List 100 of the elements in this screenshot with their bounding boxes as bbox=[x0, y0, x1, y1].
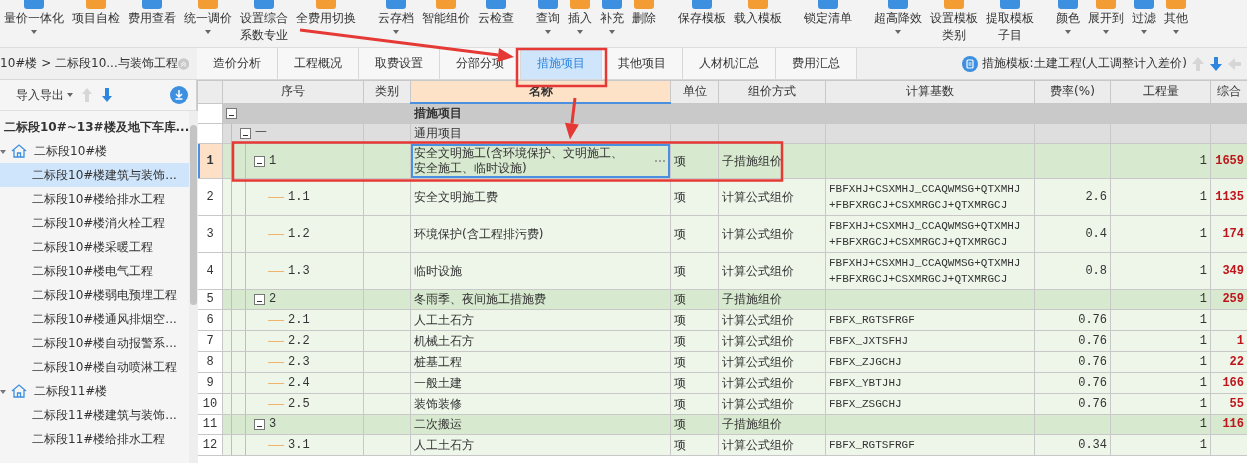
toolbar-button[interactable]: 提取模板 子目 bbox=[982, 0, 1038, 44]
unit-cell: 项 bbox=[670, 252, 719, 290]
tab[interactable]: 其他项目 bbox=[602, 48, 683, 79]
toolbar-button[interactable]: 智能组价 bbox=[418, 0, 474, 37]
tree-item[interactable]: 二标段10#楼建筑与装饰... bbox=[0, 163, 190, 187]
toolbar-button[interactable]: 超高降效 bbox=[870, 0, 926, 44]
toolbar-button[interactable]: 载入模板 bbox=[730, 0, 786, 27]
collapse-icon[interactable] bbox=[254, 294, 265, 305]
down-arrow-icon[interactable] bbox=[101, 87, 113, 103]
tree-item[interactable]: 二标段10#楼弱电预埋工程 bbox=[0, 283, 190, 307]
breadcrumb: 10#楼 > 二标段10...与装饰工程 bbox=[0, 55, 178, 72]
table-row[interactable]: 12 3.1 人工土石方 项 计算公式组价 FBFX_RGTSFRGF 0.34 1 bbox=[197, 434, 1247, 456]
rate-cell: 2.6 bbox=[1034, 178, 1111, 216]
toolbar-button[interactable]: 量价一体化 bbox=[0, 0, 68, 44]
toolbar-button[interactable]: 补充 bbox=[596, 0, 628, 37]
quantity-cell: 1 bbox=[1110, 351, 1211, 373]
table-row[interactable]: 4 1.3 临时设施 项 计算公式组价 FBFXHJ+CSXMHJ_CCAQWMSG+QTXMHJ+FBFXRGCJ+CSXMRGCJ+QTXMRGCJ 0.8 1 349 bbox=[197, 252, 1247, 290]
column-header[interactable]: 单位 bbox=[670, 80, 719, 103]
unit-cell: 项 bbox=[670, 215, 719, 253]
collapse-icon[interactable] bbox=[240, 128, 251, 139]
toolbar-button[interactable]: 过滤 bbox=[1128, 0, 1160, 37]
formula-text: FBFX_ZSGCHJ bbox=[829, 397, 903, 412]
tree-item[interactable]: 二标段10#楼自动报警系... bbox=[0, 331, 190, 355]
toolbar-button[interactable]: 费用查看 bbox=[124, 0, 180, 44]
toolbar-button[interactable]: 统一调价 bbox=[180, 0, 236, 44]
column-header[interactable]: 序号 bbox=[222, 80, 364, 103]
tree-item[interactable]: 二标段10#楼电气工程 bbox=[0, 259, 190, 283]
tree-item[interactable]: 二标段11#楼建筑与装饰... bbox=[0, 403, 190, 427]
toolbar-button[interactable]: 设置综合 系数专业 bbox=[236, 0, 292, 44]
method-cell: 计算公式组价 bbox=[718, 330, 826, 352]
method-cell: 计算公式组价 bbox=[718, 372, 826, 394]
quantity-cell: 1 bbox=[1110, 414, 1211, 435]
table-row[interactable]: 7 2.2 机械土石方 项 计算公式组价 FBFX_JXTSFHJ 0.76 1 1 bbox=[197, 330, 1247, 352]
toolbar-button[interactable]: 插入 bbox=[564, 0, 596, 37]
toolbar-button[interactable]: 云存档 bbox=[374, 0, 418, 37]
tree-item[interactable]: 二标段10#楼消火栓工程 bbox=[0, 211, 190, 235]
toolbar-button[interactable]: 锁定清单 bbox=[800, 0, 856, 27]
toolbar-button[interactable]: 云检查 bbox=[474, 0, 518, 37]
toolbar-button[interactable]: 查询 bbox=[532, 0, 564, 37]
tab[interactable]: 工程概况 bbox=[278, 48, 359, 79]
column-header[interactable]: 组价方式 bbox=[718, 80, 826, 103]
name-cell: 机械土石方 bbox=[410, 330, 671, 352]
formula-text: FBFX_JXTSFHJ bbox=[829, 334, 910, 349]
toolbar-button[interactable]: 设置模板 类别 bbox=[926, 0, 982, 44]
method-cell: 计算公式组价 bbox=[718, 351, 826, 373]
more-icon[interactable] bbox=[654, 159, 666, 163]
tab[interactable]: 费用汇总 bbox=[776, 48, 857, 79]
quantity-cell: 1 bbox=[1110, 143, 1211, 179]
tree-item[interactable]: 二标段11#楼 bbox=[0, 379, 190, 403]
unit-cell: 项 bbox=[670, 309, 719, 331]
unit-cell: 项 bbox=[670, 351, 719, 373]
import-export-menu[interactable]: 导入导出 bbox=[16, 86, 73, 104]
table-row[interactable]: 2 1.1 安全文明施工费 项 计算公式组价 FBFXHJ+CSXMHJ_CCAQWMSG+QTXMHJ+FBFXRGCJ+CSXMRGCJ+QTXMRGCJ 2.6 1 1135 bbox=[197, 178, 1247, 216]
table-row[interactable]: 11 3 二次搬运 项 子措施组价 1 116 bbox=[197, 414, 1247, 435]
scrollbar[interactable] bbox=[189, 111, 199, 463]
column-header[interactable]: 类别 bbox=[363, 80, 411, 103]
tree-item[interactable]: 二标段10#楼采暖工程 bbox=[0, 235, 190, 259]
collapse-icon[interactable] bbox=[254, 155, 265, 167]
tab[interactable]: 造价分析 bbox=[197, 48, 278, 79]
column-header[interactable]: 计算基数 bbox=[825, 80, 1035, 103]
tree-item[interactable]: 二标段10#楼给排水工程 bbox=[0, 187, 190, 211]
tree-item[interactable]: 二标段10#楼自动喷淋工程 bbox=[0, 355, 190, 379]
tree-item[interactable]: 二标段11#楼给排水工程 bbox=[0, 427, 190, 451]
annotation-arrow bbox=[564, 97, 579, 140]
column-header[interactable]: 费率(%) bbox=[1034, 80, 1111, 103]
toolbar-button[interactable]: 保存模板 bbox=[674, 0, 730, 27]
quantity-cell: 1 bbox=[1110, 289, 1211, 310]
table-row[interactable]: 8 2.3 桩基工程 项 计算公式组价 FBFX_ZJGCHJ 0.76 1 22 bbox=[197, 351, 1247, 373]
collapse-icon[interactable] bbox=[254, 419, 265, 430]
quantity-cell: 1 bbox=[1110, 252, 1211, 290]
quantity-cell: 1 bbox=[1110, 330, 1211, 352]
tab[interactable]: 取费设置 bbox=[359, 48, 440, 79]
toolbar-button[interactable]: 项目自检 bbox=[68, 0, 124, 44]
method-cell: 计算公式组价 bbox=[718, 309, 826, 331]
table-row[interactable]: 5 2 冬雨季、夜间施工措施费 项 子措施组价 1 259 bbox=[197, 289, 1247, 310]
toolbar-button[interactable]: 其他 bbox=[1160, 0, 1192, 37]
table-row[interactable]: 措施项目 bbox=[197, 103, 1247, 124]
column-header[interactable]: 工程量 bbox=[1110, 80, 1211, 103]
item-number: 2.5 bbox=[288, 396, 310, 412]
toolbar-button[interactable]: 展开到 bbox=[1084, 0, 1128, 37]
quantity-cell: 1 bbox=[1110, 434, 1211, 456]
column-header[interactable]: 综合 bbox=[1210, 80, 1247, 103]
table-row[interactable]: 9 2.4 一般土建 项 计算公式组价 FBFX_YBTJHJ 0.76 1 166 bbox=[197, 372, 1247, 394]
item-number: 一 bbox=[255, 126, 267, 141]
table-row[interactable]: 6 2.1 人工土石方 项 计算公式组价 FBFX_RGTSFRGF 0.76 1 bbox=[197, 309, 1247, 331]
tree-item[interactable]: 二标段10#~13#楼及地下车库... bbox=[0, 115, 190, 139]
table-row[interactable]: 1 1 安全文明施工(含环境保护、文明施工、安全施工、临时设施) 项 子措施组价 1 1659 bbox=[197, 143, 1247, 179]
toolbar-button[interactable]: 全费用切换 bbox=[292, 0, 360, 44]
tree-item[interactable]: 二标段10#楼通风排烟空... bbox=[0, 307, 190, 331]
table-row[interactable]: 10 2.5 装饰装修 项 计算公式组价 FBFX_ZSGCHJ 0.76 1 55 bbox=[197, 393, 1247, 415]
tab[interactable]: 人材机汇总 bbox=[683, 48, 776, 79]
name-cell: 装饰装修 bbox=[410, 393, 671, 415]
collapse-icon[interactable] bbox=[226, 107, 237, 119]
table-row[interactable]: 3 1.2 环境保护(含工程排污费) 项 计算公式组价 FBFXHJ+CSXMHJ_CCAQWMSG+QTXMHJ+FBFXRGCJ+CSXMRGCJ+QTXMRGCJ 0.4 1 174 bbox=[197, 215, 1247, 253]
toolbar-button[interactable]: 颜色 bbox=[1052, 0, 1084, 37]
toolbar-button[interactable]: 删除 bbox=[628, 0, 660, 37]
tree-item[interactable]: 二标段10#楼 bbox=[0, 139, 190, 163]
down-arrow-icon[interactable] bbox=[1209, 55, 1223, 72]
download-icon[interactable] bbox=[170, 86, 188, 104]
item-number: 1.1 bbox=[288, 189, 310, 205]
